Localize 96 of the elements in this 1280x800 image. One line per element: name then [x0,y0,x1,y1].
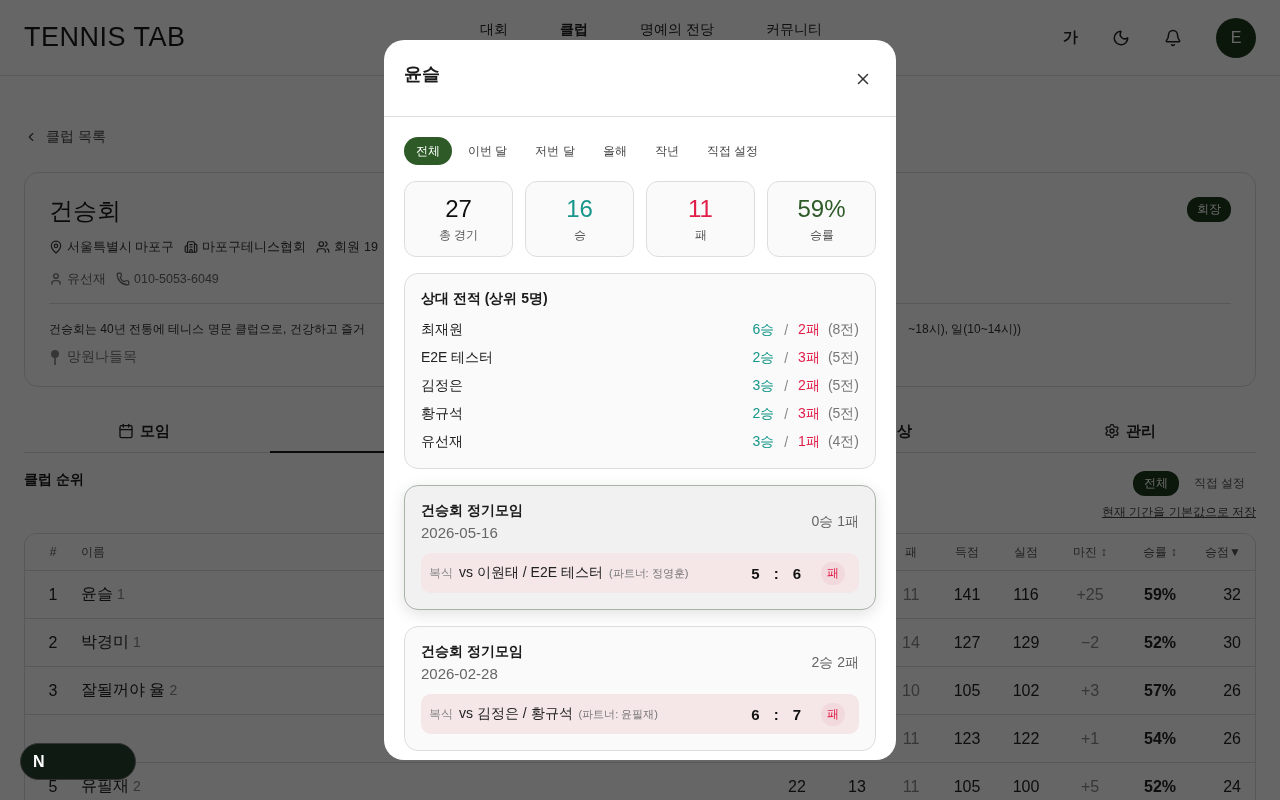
column-header: # [48,545,58,559]
wins-count: 3승 [752,377,775,395]
opponent-name: E2E 테스터 [421,349,495,367]
opponents: vs 이원태 / E2E 테스터 [459,564,603,582]
table-cell-text: 2 [47,633,59,652]
games-total: (4전) [827,433,859,451]
wins-count: 6승 [752,321,775,339]
wins-count: 2승 [752,405,775,423]
opponent-name: 황규석 [421,405,464,423]
games-total: (5전) [827,349,859,367]
meeting-date: 2026-05-16 [421,524,499,541]
column-header: 득점 [954,543,980,561]
stat-label: 총 경기 [438,226,479,244]
score-separator: : [773,564,779,582]
meeting-title: 건승회 정기모임 [421,502,523,520]
table-cell-text: 30 [1222,633,1242,652]
score: 7 [792,705,801,723]
role-badge: 회장 [1187,197,1231,222]
losses-count: 3패 [798,349,820,367]
losses-count: 3패 [798,405,820,423]
table-cell-text: 127 [952,633,982,652]
opponents: vs 김정은 / 황규석 [459,705,573,723]
table-cell-text: 52% [1143,633,1177,652]
section-title: 클럽 순위 [24,471,84,489]
club-name: 건승회 [49,196,121,226]
stat-label: 패 [694,226,707,244]
table-cell-text: 52% [1143,777,1177,796]
game-type: 복식 [429,564,453,582]
table-cell-text: 1 [47,585,59,604]
losses-count: 1패 [798,433,820,451]
table-cell-text: 100 [1011,777,1041,796]
table-cell-text: 102 [1011,681,1041,700]
opponent-name: 유선재 [421,433,464,451]
table-cell-text: 32 [1222,585,1242,604]
losses-count: 2패 [798,377,820,395]
dialog-title: 윤슬 [404,63,440,86]
stat-value: 16 [566,194,593,223]
separator: / [784,406,789,422]
column-header: 패 [904,543,918,561]
phone-info: 010-5053-6049 [116,272,219,286]
column-header: 이름 [81,543,105,561]
separator: / [784,434,789,450]
opponent-name: 김정은 [421,377,464,395]
association-info: 마포구테니스협회 [184,238,307,256]
partner-name: (파트너: 정영훈) [608,565,689,581]
losses-count: 2패 [798,321,820,339]
table-cell-text: 26 [1222,729,1242,748]
partner-name: (파트너: 윤필재) [578,706,658,722]
opponent-name: 최재원 [421,321,464,339]
separator: / [784,350,789,366]
meeting-date: 2026-02-28 [421,665,499,682]
games-total: (5전) [827,377,859,395]
table-cell-text: 105 [952,777,982,796]
score: 6 [751,705,760,723]
game-type: 복식 [429,705,453,723]
meeting-record: 0승 1패 [811,512,859,531]
score-separator: : [773,705,779,723]
stat-value: 27 [445,194,472,223]
table-cell-text: 13 [847,777,867,796]
leader-info: 유선재 [49,270,106,288]
column-header: 실점 [1013,543,1039,561]
wins-count: 3승 [752,433,775,451]
score: 5 [751,564,760,582]
result-tag: 패 [821,561,845,585]
separator: / [784,322,789,338]
separator: / [784,378,789,394]
stat-value: 11 [688,194,713,223]
table-cell-text: 105 [952,681,982,700]
games-total: (8전) [827,321,859,339]
members-info: 회원 19 [316,238,378,256]
table-cell-text: 54% [1143,729,1177,748]
meeting-title: 건승회 정기모임 [421,643,523,661]
location-info: 서울특별시 마포구 [49,238,175,256]
table-cell-text: 59% [1143,585,1177,604]
games-total: (5전) [827,405,859,423]
club-description: 건승회는 40년 전통에 테니스 명문 클럽으로, 건강하고 즐거 [49,320,366,338]
table-cell-text: 57% [1143,681,1177,700]
table-cell-text: 5 [47,777,59,796]
meeting-record: 2승 2패 [811,653,859,672]
card-title: 상대 전적 (상위 5명) [421,290,549,308]
table-cell-text: 129 [1011,633,1041,652]
stat-label: 승률 [809,226,834,244]
result-tag: 패 [821,702,845,726]
score: 6 [792,564,801,582]
table-cell-text: 24 [1222,777,1242,796]
stat-value: 59% [797,194,846,223]
table-cell-text: 26 [1222,681,1242,700]
table-cell-text: 116 [1012,585,1040,604]
stat-label: 승 [573,226,586,244]
table-cell-text: 3 [47,681,59,700]
table-cell-text: 123 [952,729,982,748]
table-cell-text: 141 [952,585,982,604]
club-description: ~18시), 일(10~14시)) [908,320,1021,338]
table-cell-text: 122 [1011,729,1041,748]
table-cell-text: 22 [787,777,807,796]
wins-count: 2승 [752,349,775,367]
